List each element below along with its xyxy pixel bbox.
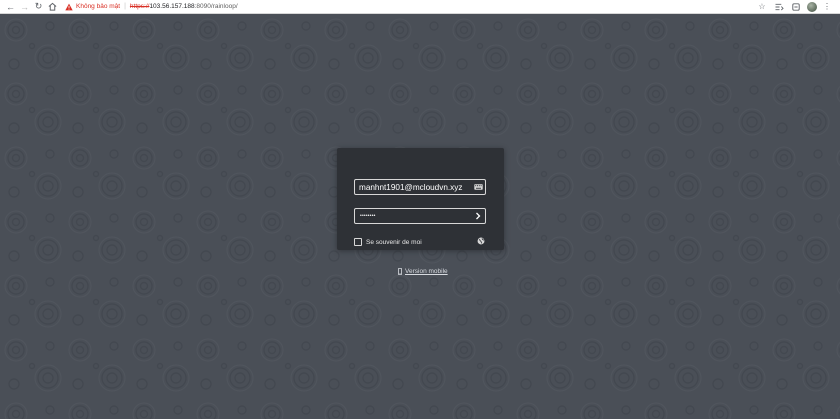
remember-me[interactable]: Se souvenir de moi <box>354 238 422 246</box>
reload-icon[interactable]: ↻ <box>32 1 45 13</box>
remember-me-checkbox[interactable] <box>354 238 362 246</box>
email-field[interactable]: manhnt1901@mcloudvn.xyz <box>354 179 486 195</box>
profile-avatar[interactable] <box>807 1 817 12</box>
login-form: manhnt1901@mcloudvn.xyz •••••••• Se souv… <box>337 148 504 250</box>
url-path: :8090/rainloop/ <box>194 3 238 10</box>
address-bar[interactable]: Không bảo mật | https://103.56.157.188:8… <box>65 1 752 13</box>
login-page-background: manhnt1901@mcloudvn.xyz •••••••• Se souv… <box>0 14 840 419</box>
keyboard-icon <box>471 180 485 194</box>
extension-icon[interactable] <box>789 1 803 13</box>
url-text[interactable]: https://103.56.157.188:8090/rainloop/ <box>130 3 238 10</box>
mobile-version-label[interactable]: Version mobile <box>405 268 448 275</box>
url-host: 103.56.157.188 <box>149 3 195 10</box>
warning-icon <box>65 3 73 10</box>
password-field[interactable]: •••••••• <box>354 208 486 224</box>
globe-icon[interactable] <box>477 237 485 245</box>
menu-kebab-icon[interactable]: ⋮ <box>820 1 834 13</box>
url-scheme: https:// <box>129 3 150 10</box>
home-icon[interactable] <box>46 1 59 13</box>
browser-toolbar: ← → ↻ Không bảo mật | https://103.56.157… <box>0 0 840 14</box>
back-icon[interactable]: ← <box>4 1 17 13</box>
chevron-right-icon[interactable] <box>471 209 485 223</box>
forward-icon[interactable]: → <box>18 1 31 13</box>
security-status[interactable]: Không bảo mật <box>76 3 120 10</box>
reading-list-icon[interactable] <box>772 1 786 13</box>
password-input[interactable]: •••••••• <box>355 213 471 219</box>
omnibox-separator: | <box>124 3 126 10</box>
mobile-version-link[interactable]: Version mobile <box>398 268 448 275</box>
remember-me-label: Se souvenir de moi <box>366 238 422 246</box>
bookmark-star-icon[interactable]: ☆ <box>755 1 769 13</box>
mobile-phone-icon <box>398 268 402 275</box>
email-input[interactable]: manhnt1901@mcloudvn.xyz <box>355 183 471 192</box>
